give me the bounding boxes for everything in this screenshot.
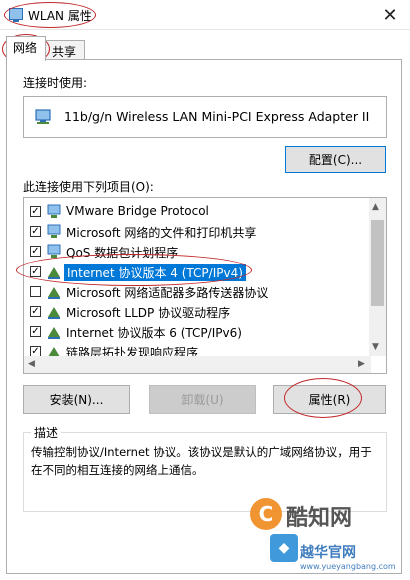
- configure-button[interactable]: 配置(C)...: [285, 146, 386, 173]
- items-label: 此连接使用下列项目(O):: [23, 180, 154, 194]
- checkbox[interactable]: ✓: [30, 306, 41, 317]
- list-item-label: VMware Bridge Protocol: [66, 204, 209, 218]
- list-item[interactable]: ✓ Microsoft LLDP 协议驱动程序: [24, 302, 370, 322]
- network-adapter-icon: [9, 8, 23, 22]
- install-button[interactable]: 安装(N)...: [23, 385, 130, 414]
- network-service-icon: [47, 224, 61, 238]
- tab-network[interactable]: 网络: [6, 36, 46, 61]
- network-service-icon: [47, 244, 61, 258]
- scroll-right-icon[interactable]: ▶: [358, 359, 365, 369]
- scroll-thumb[interactable]: [371, 220, 384, 306]
- checkbox[interactable]: [30, 286, 41, 297]
- adapter-name: 11b/g/n Wireless LAN Mini-PCI Express Ad…: [64, 109, 370, 124]
- list-item-label: Microsoft LLDP 协议驱动程序: [66, 306, 231, 320]
- window-title: WLAN 属性: [28, 9, 92, 23]
- checkbox[interactable]: ✓: [30, 246, 41, 257]
- scroll-down-icon[interactable]: ▼: [372, 342, 379, 352]
- checkbox[interactable]: ✓: [30, 326, 41, 337]
- list-item-label: Microsoft 网络的文件和打印机共享: [66, 226, 257, 240]
- scroll-left-icon[interactable]: ◀: [28, 359, 35, 369]
- description-text: 传输控制协议/Internet 协议。该协议是默认的广域网络协议，用于在不同的相…: [31, 445, 372, 477]
- properties-button[interactable]: 属性(R): [273, 385, 386, 414]
- watermark-brand: 酷知网: [286, 506, 353, 531]
- uninstall-button[interactable]: 卸载(U): [149, 385, 256, 414]
- checkbox[interactable]: ✓: [30, 266, 41, 277]
- scroll-up-icon[interactable]: ▲: [372, 202, 379, 212]
- network-adapter-icon: [35, 109, 51, 124]
- title-bar: WLAN 属性 ✕: [0, 0, 410, 30]
- list-item-label: Internet 协议版本 4 (TCP/IPv4): [64, 264, 246, 281]
- watermark: C 酷知网 ◆ 越华官网 www.yueyangbang.com: [160, 496, 400, 576]
- site-logo-icon: ◆: [270, 534, 298, 562]
- watermark-url: www.yueyangbang.com: [300, 562, 396, 571]
- list-item[interactable]: ✓ QoS 数据包计划程序: [24, 242, 370, 262]
- list-item-label: QoS 数据包计划程序: [66, 246, 179, 260]
- description-title: 描述: [31, 424, 62, 441]
- protocol-icon: [48, 287, 60, 299]
- network-protocol-icon: [47, 204, 61, 218]
- list-item-label: Internet 协议版本 6 (TCP/IPv6): [66, 326, 242, 340]
- list-item[interactable]: Microsoft 网络适配器多路传送器协议: [24, 282, 370, 302]
- list-item[interactable]: ✓ Microsoft 网络的文件和打印机共享: [24, 222, 370, 242]
- vertical-scrollbar[interactable]: ▲ ▼: [369, 198, 386, 356]
- connect-using-label: 连接时使用:: [23, 76, 88, 90]
- protocol-icon: [48, 267, 60, 279]
- protocol-icon: [48, 327, 60, 339]
- list-item[interactable]: ✓ Internet 协议版本 4 (TCP/IPv4): [24, 262, 370, 282]
- close-button[interactable]: ✕: [370, 0, 410, 30]
- brand-logo-icon: C: [250, 498, 282, 530]
- tab-share[interactable]: 共享: [45, 40, 85, 60]
- list-item-label: Microsoft 网络适配器多路传送器协议: [66, 286, 269, 300]
- checkbox[interactable]: ✓: [30, 206, 41, 217]
- protocol-icon: [48, 307, 60, 319]
- components-list[interactable]: ✓ VMware Bridge Protocol ✓ Microsoft 网络的…: [23, 197, 387, 374]
- horizontal-scrollbar[interactable]: ◀ ▶: [24, 356, 371, 373]
- watermark-site: 越华官网: [300, 545, 356, 561]
- adapter-field: 11b/g/n Wireless LAN Mini-PCI Express Ad…: [23, 96, 387, 138]
- tab-bar: 网络 共享: [0, 36, 410, 61]
- list-item[interactable]: ✓ VMware Bridge Protocol: [24, 202, 370, 222]
- checkbox[interactable]: ✓: [30, 226, 41, 237]
- list-item[interactable]: ✓ Internet 协议版本 6 (TCP/IPv6): [24, 322, 370, 342]
